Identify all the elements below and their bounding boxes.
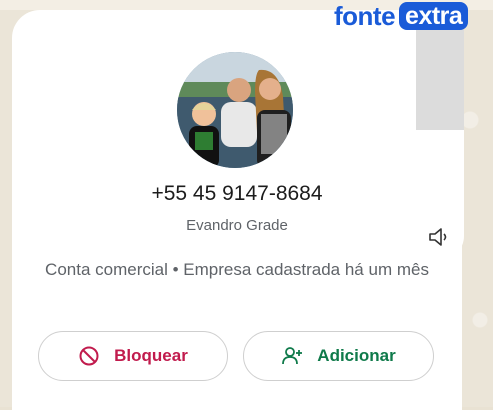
- logo-text-fonte: fonte: [334, 0, 396, 31]
- block-button[interactable]: Bloquear: [38, 331, 228, 381]
- contact-phone: +55 45 9147-8684: [151, 182, 323, 205]
- contact-name: Evandro Grade: [186, 217, 288, 234]
- add-contact-button[interactable]: Adicionar: [243, 331, 434, 381]
- block-icon: [78, 345, 100, 367]
- add-label: Adicionar: [317, 346, 396, 365]
- volume-icon[interactable]: [426, 224, 452, 250]
- block-label: Bloquear: [114, 346, 188, 365]
- add-person-icon: [281, 345, 303, 367]
- business-info: Conta comercial • Empresa cadastrada há …: [45, 260, 429, 279]
- profile-photo[interactable]: [177, 52, 293, 168]
- brand-logo: fonte extra: [334, 0, 469, 32]
- logo-text-extra: extra: [399, 2, 469, 30]
